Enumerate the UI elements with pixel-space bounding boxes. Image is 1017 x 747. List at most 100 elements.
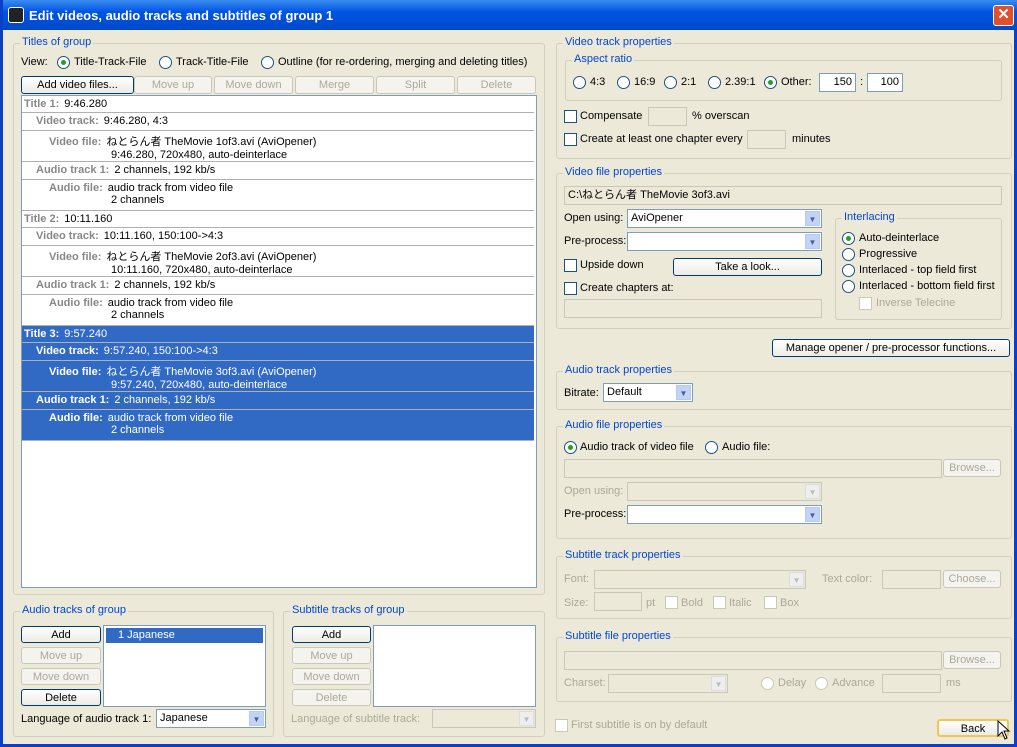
tree-row-heading: Video file: — [49, 136, 102, 148]
tree-row-title[interactable]: Title 2: 10:11.160 — [22, 211, 534, 228]
subtitle-browse-button[interactable]: Browse... — [943, 651, 1001, 669]
inverse-telecine-checkbox[interactable] — [859, 297, 872, 310]
move-up-button[interactable]: Move up — [134, 76, 212, 94]
merge-button[interactable]: Merge — [295, 76, 374, 94]
subtitle-move-down-button[interactable]: Move down — [292, 668, 371, 685]
inverse-telecine-label: Inverse Telecine — [876, 297, 956, 309]
bold-checkbox[interactable] — [665, 596, 678, 609]
add-audio-track-button[interactable]: Add — [21, 626, 101, 643]
titles-tree[interactable]: Title 1: 9:46.280 Video track: 9:46.280, 4:… — [21, 95, 537, 588]
title-bar[interactable]: Edit videos, audio tracks and subtitles … — [3, 0, 1017, 30]
audio-open-using-select[interactable]: ▼ — [627, 482, 822, 501]
take-a-look-button[interactable]: Take a look... — [673, 258, 822, 276]
aspect-2-1-radio[interactable] — [664, 76, 677, 89]
audio-tracks-legend: Audio tracks of group — [20, 604, 128, 616]
aspect-separator: : — [860, 76, 864, 88]
tree-row-at[interactable]: Audio track 1: 2 channels, 192 kb/s — [22, 162, 534, 180]
delete-subtitle-track-button[interactable]: Delete — [292, 689, 371, 706]
move-down-button[interactable]: Move down — [214, 76, 293, 94]
aspect-2-39-1-radio[interactable] — [708, 76, 721, 89]
size-input[interactable] — [594, 592, 642, 611]
aspect-other-radio[interactable] — [764, 76, 777, 89]
box-checkbox[interactable] — [764, 596, 777, 609]
interlacing-option-label: Auto-deinterlace — [859, 232, 940, 244]
manage-opener-button[interactable]: Manage opener / pre-processor functions.… — [772, 339, 1010, 357]
tree-row-value: 9:57.240, 150:100->4:3 — [103, 345, 218, 357]
tree-row-vt[interactable]: Video track: 10:11.160, 150:100->4:3 — [22, 228, 534, 246]
auto-deinterlace-radio[interactable] — [842, 232, 855, 245]
view-outline-radio[interactable] — [261, 56, 274, 69]
tree-row-vf[interactable]: Video file: ねとらん者 TheMovie 1of3.avi (AviO… — [22, 131, 534, 162]
tree-row-vf[interactable]: Video file: ねとらん者 TheMovie 2of3.avi (AviO… — [22, 246, 534, 277]
tree-row-af[interactable]: Audio file: audio track from video file 2 … — [22, 295, 534, 326]
chapter-minutes-input[interactable] — [747, 130, 786, 149]
subtitle-track-legend: Subtitle track properties — [563, 549, 683, 561]
audio-track-of-video-radio[interactable] — [564, 441, 577, 454]
delete-audio-track-button[interactable]: Delete — [21, 689, 101, 706]
audio-move-up-button[interactable]: Move up — [21, 647, 101, 664]
audio-move-down-button[interactable]: Move down — [21, 668, 101, 685]
tree-row-vt[interactable]: Video track: 9:46.280, 4:3 — [22, 113, 534, 131]
subtitle-language-select[interactable]: ▼ — [432, 709, 536, 728]
subtitle-file-path-input[interactable] — [564, 651, 942, 670]
close-button[interactable]: ✕ — [993, 5, 1014, 26]
aspect-width-input[interactable]: 150 — [819, 73, 856, 92]
interlacing-option-label: Interlaced - top field first — [859, 264, 977, 276]
bitrate-select[interactable]: Default ▼ — [603, 383, 693, 402]
audio-browse-button[interactable]: Browse... — [943, 459, 1001, 477]
list-item[interactable]: 1 Japanese — [106, 628, 263, 643]
tree-row-at[interactable]: Audio track 1: 2 channels, 192 kb/s — [22, 392, 534, 410]
overscan-input[interactable] — [648, 107, 687, 126]
bitrate-label: Bitrate: — [564, 387, 599, 399]
tree-row-title[interactable]: Title 3: 9:57.240 — [22, 326, 534, 343]
font-select[interactable]: ▼ — [594, 570, 806, 589]
audio-language-select[interactable]: Japanese ▼ — [156, 709, 266, 728]
progressive-radio[interactable] — [842, 248, 855, 261]
charset-select[interactable]: ▼ — [608, 674, 728, 693]
aspect-16-9-radio[interactable] — [617, 76, 630, 89]
chapters-at-input[interactable] — [564, 299, 822, 318]
audio-tracks-list[interactable]: 1 Japanese — [103, 625, 266, 707]
choose-color-button[interactable]: Choose... — [943, 570, 1001, 588]
tree-row-title[interactable]: Title 1: 9:46.280 — [22, 96, 534, 113]
view-title-track-file-radio[interactable] — [57, 56, 70, 69]
text-color-label: Text color: — [822, 573, 873, 585]
tree-row-at[interactable]: Audio track 1: 2 channels, 192 kb/s — [22, 277, 534, 295]
tree-row-vf[interactable]: Video file: ねとらん者 TheMovie 3of3.avi (AviO… — [22, 361, 534, 392]
delay-ms-input[interactable] — [882, 674, 941, 693]
subtitle-tracks-list[interactable] — [373, 625, 536, 707]
bottom-field-first-radio[interactable] — [842, 280, 855, 293]
tree-row-af[interactable]: Audio file: audio track from video file 2 … — [22, 180, 534, 211]
window-title: Edit videos, audio tracks and subtitles … — [29, 8, 334, 23]
bold-label: Bold — [681, 597, 704, 609]
create-chapters-at-checkbox[interactable] — [564, 282, 577, 295]
audio-file-radio[interactable] — [705, 441, 718, 454]
add-subtitle-track-button[interactable]: Add — [292, 626, 371, 643]
interlacing-legend: Interlacing — [842, 211, 897, 223]
delay-label: Delay — [778, 677, 807, 689]
delete-title-button[interactable]: Delete — [457, 76, 536, 94]
advance-radio[interactable] — [815, 677, 828, 690]
compensate-checkbox[interactable] — [564, 110, 577, 123]
first-subtitle-checkbox[interactable] — [555, 719, 568, 732]
tree-row-heading: Audio file: — [49, 297, 103, 309]
open-using-select[interactable]: AviOpener ▼ — [627, 209, 822, 228]
split-button[interactable]: Split — [376, 76, 455, 94]
italic-checkbox[interactable] — [713, 596, 726, 609]
chapter-every-checkbox[interactable] — [564, 133, 577, 146]
add-video-files-button[interactable]: Add video files... — [21, 76, 134, 94]
audio-pre-process-select[interactable]: ▼ — [627, 505, 822, 524]
interlacing-option-label: Progressive — [859, 248, 918, 260]
delay-radio[interactable] — [761, 677, 774, 690]
audio-file-path-input[interactable] — [564, 459, 942, 478]
aspect-4-3-radio[interactable] — [573, 76, 586, 89]
view-track-title-file-radio[interactable] — [159, 56, 172, 69]
top-field-first-radio[interactable] — [842, 264, 855, 277]
tree-row-af[interactable]: Audio file: audio track from video file 2 … — [22, 410, 534, 441]
tree-row-vt[interactable]: Video track: 9:57.240, 150:100->4:3 — [22, 343, 534, 361]
aspect-height-input[interactable]: 100 — [867, 73, 903, 92]
subtitle-move-up-button[interactable]: Move up — [292, 647, 371, 664]
upside-down-checkbox[interactable] — [564, 259, 577, 272]
pre-process-select[interactable]: ▼ — [627, 232, 822, 251]
aspect-ratio-legend: Aspect ratio — [572, 53, 635, 65]
